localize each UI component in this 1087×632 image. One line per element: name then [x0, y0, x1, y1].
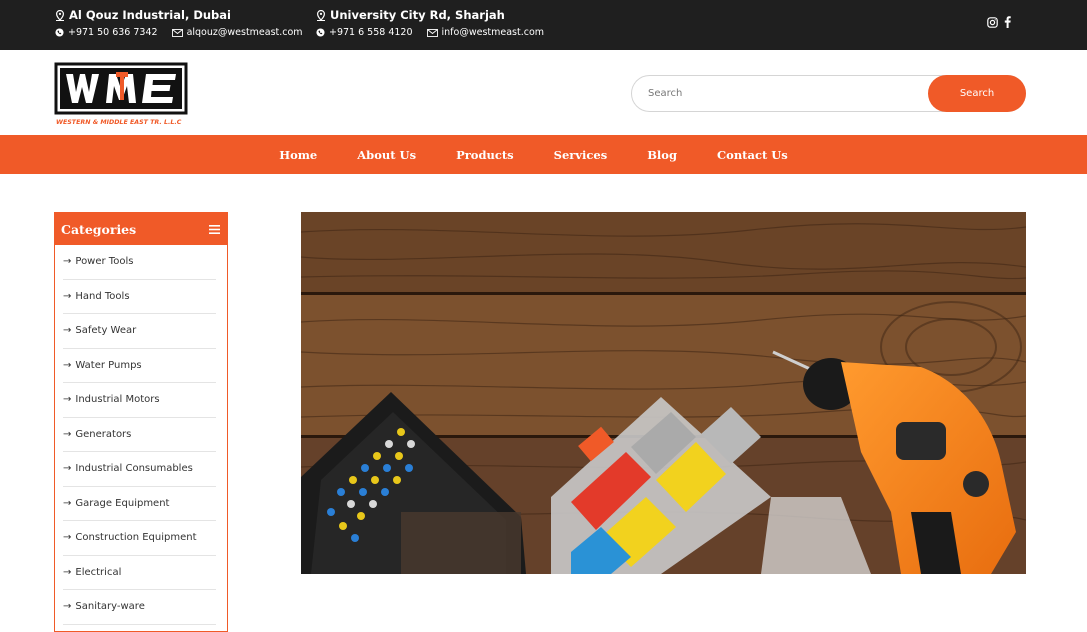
logo-tagline: WESTERN & MIDDLE EAST TR. L.L.C [56, 119, 182, 126]
envelope-icon [171, 28, 183, 37]
phone-sharjah[interactable]: +971 6 558 4120 [329, 27, 413, 38]
location-dubai: Al Qouz Industrial, Dubai [55, 8, 231, 22]
envelope-icon [426, 28, 438, 37]
category-garage-equipment[interactable]: → Garage Equipment [63, 487, 216, 521]
arrow-right-icon: → [63, 532, 72, 544]
arrow-right-icon: → [63, 394, 72, 406]
site-header: WESTERN & MIDDLE EAST TR. L.L.C Search [0, 50, 1087, 135]
arrow-right-icon: → [63, 256, 72, 268]
category-label: Industrial Consumables [75, 463, 193, 475]
category-label: Hand Tools [75, 290, 130, 302]
facebook-icon[interactable] [1004, 16, 1011, 28]
arrow-right-icon: → [63, 497, 72, 509]
arrow-right-icon: → [63, 325, 72, 337]
search-button[interactable]: Search [928, 75, 1026, 112]
location-sharjah-text: University City Rd, Sharjah [330, 8, 505, 22]
category-hand-tools[interactable]: → Hand Tools [63, 280, 216, 314]
arrow-right-icon: → [63, 601, 72, 613]
category-label: Power Tools [75, 256, 134, 268]
contact-sharjah: +971 6 558 4120 info@westmeast.com [316, 27, 544, 38]
arrow-right-icon: → [63, 566, 72, 578]
whatsapp-icon[interactable] [316, 28, 325, 37]
map-pin-icon [55, 9, 65, 21]
phone-dubai[interactable]: +971 50 636 7342 [68, 27, 158, 38]
arrow-right-icon: → [63, 290, 72, 302]
email-sharjah[interactable]: info@westmeast.com [442, 27, 545, 38]
social-links [987, 16, 1011, 28]
category-label: Water Pumps [75, 359, 142, 371]
location-dubai-text: Al Qouz Industrial, Dubai [69, 8, 231, 22]
contact-dubai: +971 50 636 7342 alqouz@westmeast.com [55, 27, 303, 38]
category-label: Construction Equipment [75, 532, 197, 544]
category-construction-equipment[interactable]: → Construction Equipment [63, 521, 216, 556]
category-generators[interactable]: → Generators [63, 418, 216, 452]
wme-logo[interactable]: WESTERN & MIDDLE EAST TR. L.L.C [54, 62, 190, 131]
top-contact-bar: Al Qouz Industrial, Dubai +971 50 636 73… [0, 0, 1087, 50]
category-safety-wear[interactable]: → Safety Wear [63, 314, 216, 349]
main-navigation: Home About Us Products Services Blog Con… [0, 135, 1087, 174]
category-label: Safety Wear [75, 325, 137, 337]
category-label: Sanitary-ware [75, 601, 145, 613]
category-industrial-motors[interactable]: → Industrial Motors [63, 383, 216, 418]
category-industrial-consumables[interactable]: → Industrial Consumables [63, 452, 216, 487]
map-pin-icon [316, 9, 326, 21]
category-label: Generators [75, 428, 132, 440]
hero-banner-image [301, 212, 1026, 574]
category-label: Garage Equipment [75, 497, 170, 509]
whatsapp-icon[interactable] [55, 28, 64, 37]
category-electrical[interactable]: → Electrical [63, 556, 216, 590]
category-label: Industrial Motors [75, 394, 160, 406]
location-sharjah: University City Rd, Sharjah [316, 8, 505, 22]
nav-contact-us[interactable]: Contact Us [717, 148, 788, 162]
search-box: Search [631, 75, 1026, 112]
nav-services[interactable]: Services [554, 148, 608, 162]
arrow-right-icon: → [63, 463, 72, 475]
nav-about-us[interactable]: About Us [357, 148, 416, 162]
categories-header[interactable]: Categories [55, 213, 227, 245]
email-dubai[interactable]: alqouz@westmeast.com [187, 27, 303, 38]
search-input[interactable] [648, 76, 918, 111]
nav-home[interactable]: Home [279, 148, 317, 162]
nav-blog[interactable]: Blog [647, 148, 677, 162]
category-power-tools[interactable]: → Power Tools [63, 245, 216, 280]
instagram-icon[interactable] [987, 16, 998, 28]
arrow-right-icon: → [63, 359, 72, 371]
category-water-pumps[interactable]: → Water Pumps [63, 349, 216, 383]
category-sanitary-ware[interactable]: → Sanitary-ware [63, 590, 216, 625]
hamburger-menu-icon[interactable] [209, 224, 220, 234]
nav-products[interactable]: Products [456, 148, 514, 162]
categories-title: Categories [61, 221, 137, 237]
categories-sidebar: Categories → Power Tools → Hand Tools → Saf… [54, 212, 228, 632]
arrow-right-icon: → [63, 428, 72, 440]
category-label: Electrical [75, 566, 122, 578]
